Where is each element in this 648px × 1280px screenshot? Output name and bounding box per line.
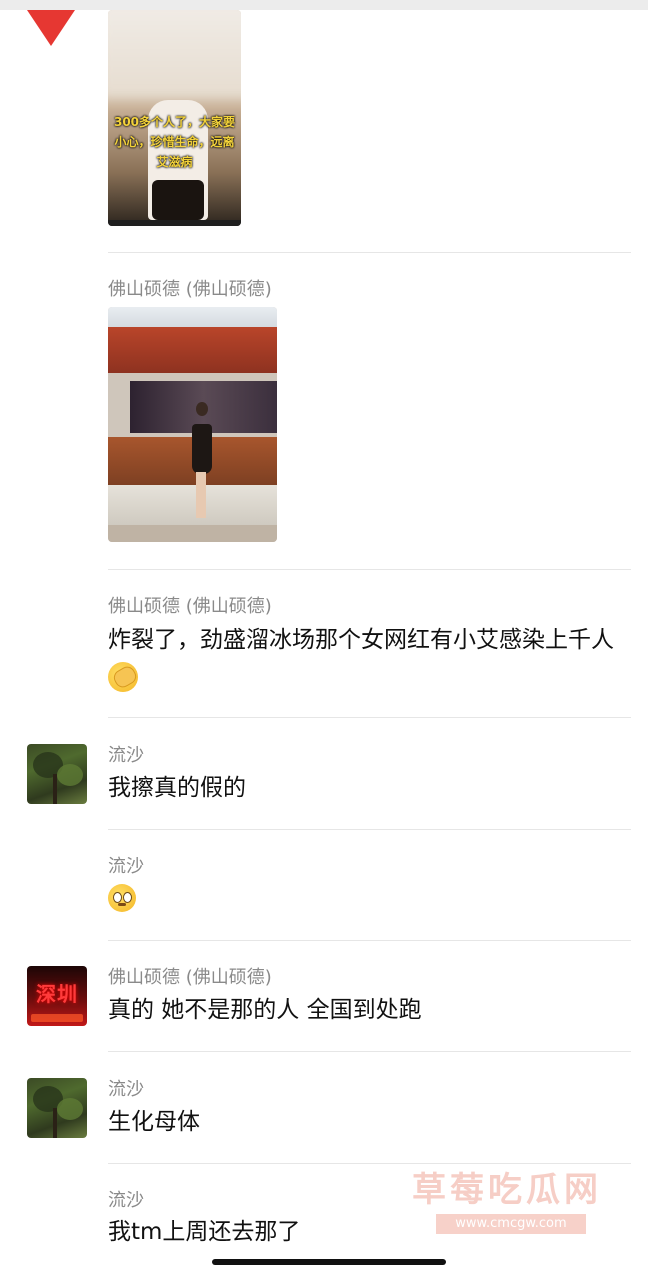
blurred-area <box>108 10 241 100</box>
status-bar-strip <box>0 0 648 10</box>
message-divider <box>108 940 631 941</box>
sender-name: 流沙 <box>108 1190 144 1211</box>
message-divider <box>108 569 631 570</box>
message-text-content: 炸裂了，劲盛溜冰场那个女网红有小艾感染上千人 <box>108 627 614 653</box>
sender-name: 流沙 <box>108 856 144 877</box>
woman-figure <box>190 402 212 522</box>
image-message[interactable] <box>108 307 277 542</box>
facepalm-emoji-icon <box>108 661 140 692</box>
video-progress-bar <box>108 220 241 226</box>
emoji-message[interactable] <box>108 884 136 912</box>
avatar-liusha[interactable] <box>27 744 87 804</box>
sender-name: 佛山硕德 (佛山硕德) <box>108 596 272 617</box>
watermark-title: 草莓吃瓜网 <box>412 1170 602 1210</box>
home-indicator[interactable] <box>212 1259 446 1265</box>
sender-name: 流沙 <box>108 745 144 766</box>
message-divider <box>108 717 631 718</box>
message-divider <box>108 829 631 830</box>
flushed-emoji-icon <box>108 884 136 912</box>
message-text[interactable]: 生化母体 <box>108 1104 200 1140</box>
avatar-liusha[interactable] <box>27 1078 87 1138</box>
thumbnail-skirt <box>152 180 204 220</box>
video-thumbnail[interactable]: 300多个人了，大家要小心，珍惜生命，远离艾滋病 <box>108 10 241 226</box>
sender-name: 佛山硕德 (佛山硕德) <box>108 967 272 988</box>
message-divider <box>108 1051 631 1052</box>
avatar-sign-text: 深圳 <box>36 982 78 1006</box>
message-divider <box>108 252 631 253</box>
message-text[interactable]: 我tm上周还去那了 <box>108 1214 300 1250</box>
sender-name: 流沙 <box>108 1079 144 1100</box>
message-text[interactable]: 我擦真的假的 <box>108 770 246 806</box>
message-text[interactable]: 真的 她不是那的人 全国到处跑 <box>108 992 422 1028</box>
sender-name: 佛山硕德 (佛山硕德) <box>108 279 272 300</box>
red-badge-icon <box>27 10 75 46</box>
mall-ground <box>108 525 277 542</box>
mall-beam <box>108 327 277 373</box>
message-text[interactable]: 炸裂了，劲盛溜冰场那个女网红有小艾感染上千人 <box>108 622 636 694</box>
avatar-foshan-shuode[interactable]: 深圳 <box>27 966 87 1026</box>
video-caption: 300多个人了，大家要小心，珍惜生命，远离艾滋病 <box>113 115 236 169</box>
watermark-url: www.cmcgw.com <box>436 1214 586 1234</box>
